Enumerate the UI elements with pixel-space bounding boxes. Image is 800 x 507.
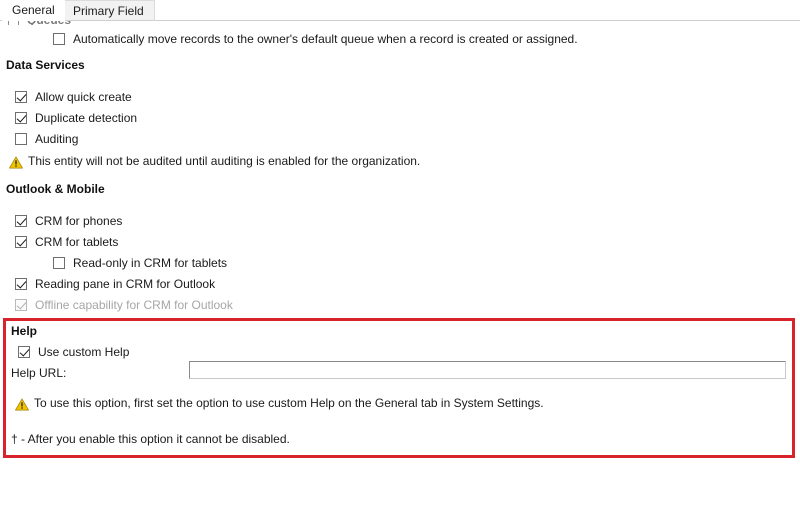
checkbox-row-crm-for-phones[interactable]: CRM for phones (15, 214, 122, 228)
allow-quick-create-checkbox[interactable] (15, 91, 27, 103)
checkbox-row-allow-quick-create[interactable]: Allow quick create (15, 90, 132, 104)
auditing-warning: This entity will not be audited until au… (9, 155, 420, 169)
allow-quick-create-label: Allow quick create (35, 90, 132, 104)
checkbox-row-duplicate-detection[interactable]: Duplicate detection (15, 111, 137, 125)
checkbox-row-use-custom-help[interactable]: Use custom Help (18, 345, 129, 359)
help-disable-note: † - After you enable this option it cann… (11, 432, 290, 446)
read-only-tablets-label: Read-only in CRM for tablets (73, 256, 228, 270)
reading-pane-outlook-label: Reading pane in CRM for Outlook (35, 277, 216, 291)
help-warning-text: To use this option, first set the option… (34, 396, 544, 410)
auditing-label: Auditing (35, 132, 79, 146)
crm-for-phones-checkbox[interactable] (15, 215, 27, 227)
section-title-outlook-mobile: Outlook & Mobile (6, 182, 105, 196)
auto-move-records-checkbox[interactable] (53, 33, 65, 45)
offline-capability-outlook-checkbox (15, 299, 27, 311)
crm-for-tablets-checkbox[interactable] (15, 236, 27, 248)
section-title-data-services: Data Services (6, 58, 85, 72)
use-custom-help-label: Use custom Help (38, 345, 130, 359)
help-warning: To use this option, first set the option… (15, 397, 544, 411)
warning-icon (9, 156, 23, 169)
tab-general[interactable]: General (2, 0, 65, 21)
auto-move-records-label: Automatically move records to the owner'… (73, 32, 578, 46)
warning-icon (15, 398, 29, 411)
checkbox-row-reading-pane-outlook[interactable]: Reading pane in CRM for Outlook (15, 277, 215, 291)
tab-primary-field[interactable]: Primary Field (62, 0, 155, 21)
checkbox-row-crm-for-tablets[interactable]: CRM for tablets (15, 235, 118, 249)
crm-for-phones-label: CRM for phones (35, 214, 123, 228)
page-background-remnant (0, 469, 800, 507)
form-content: Queues Automatically move records to the… (0, 15, 800, 507)
duplicate-detection-label: Duplicate detection (35, 111, 138, 125)
section-title-help: Help (11, 324, 38, 338)
use-custom-help-checkbox[interactable] (18, 346, 30, 358)
help-url-input[interactable] (189, 361, 786, 379)
crm-for-tablets-label: CRM for tablets (35, 235, 119, 249)
read-only-tablets-checkbox[interactable] (53, 257, 65, 269)
help-url-label: Help URL: (11, 366, 67, 380)
auditing-warning-text: This entity will not be audited until au… (28, 154, 421, 168)
help-section: Help Use custom Help Help URL: To use th… (6, 321, 792, 455)
checkbox-row-offline-capability-outlook: Offline capability for CRM for Outlook (15, 298, 233, 312)
offline-capability-outlook-label: Offline capability for CRM for Outlook (35, 298, 233, 312)
duplicate-detection-checkbox[interactable] (15, 112, 27, 124)
tab-strip: General Primary Field (0, 0, 800, 21)
auditing-checkbox[interactable] (15, 133, 27, 145)
auto-move-records-row[interactable]: Automatically move records to the owner'… (53, 32, 578, 46)
reading-pane-outlook-checkbox[interactable] (15, 278, 27, 290)
checkbox-row-read-only-tablets[interactable]: Read-only in CRM for tablets (53, 256, 227, 270)
checkbox-row-auditing[interactable]: Auditing (15, 132, 78, 146)
help-section-highlight: Help Use custom Help Help URL: To use th… (3, 318, 795, 458)
